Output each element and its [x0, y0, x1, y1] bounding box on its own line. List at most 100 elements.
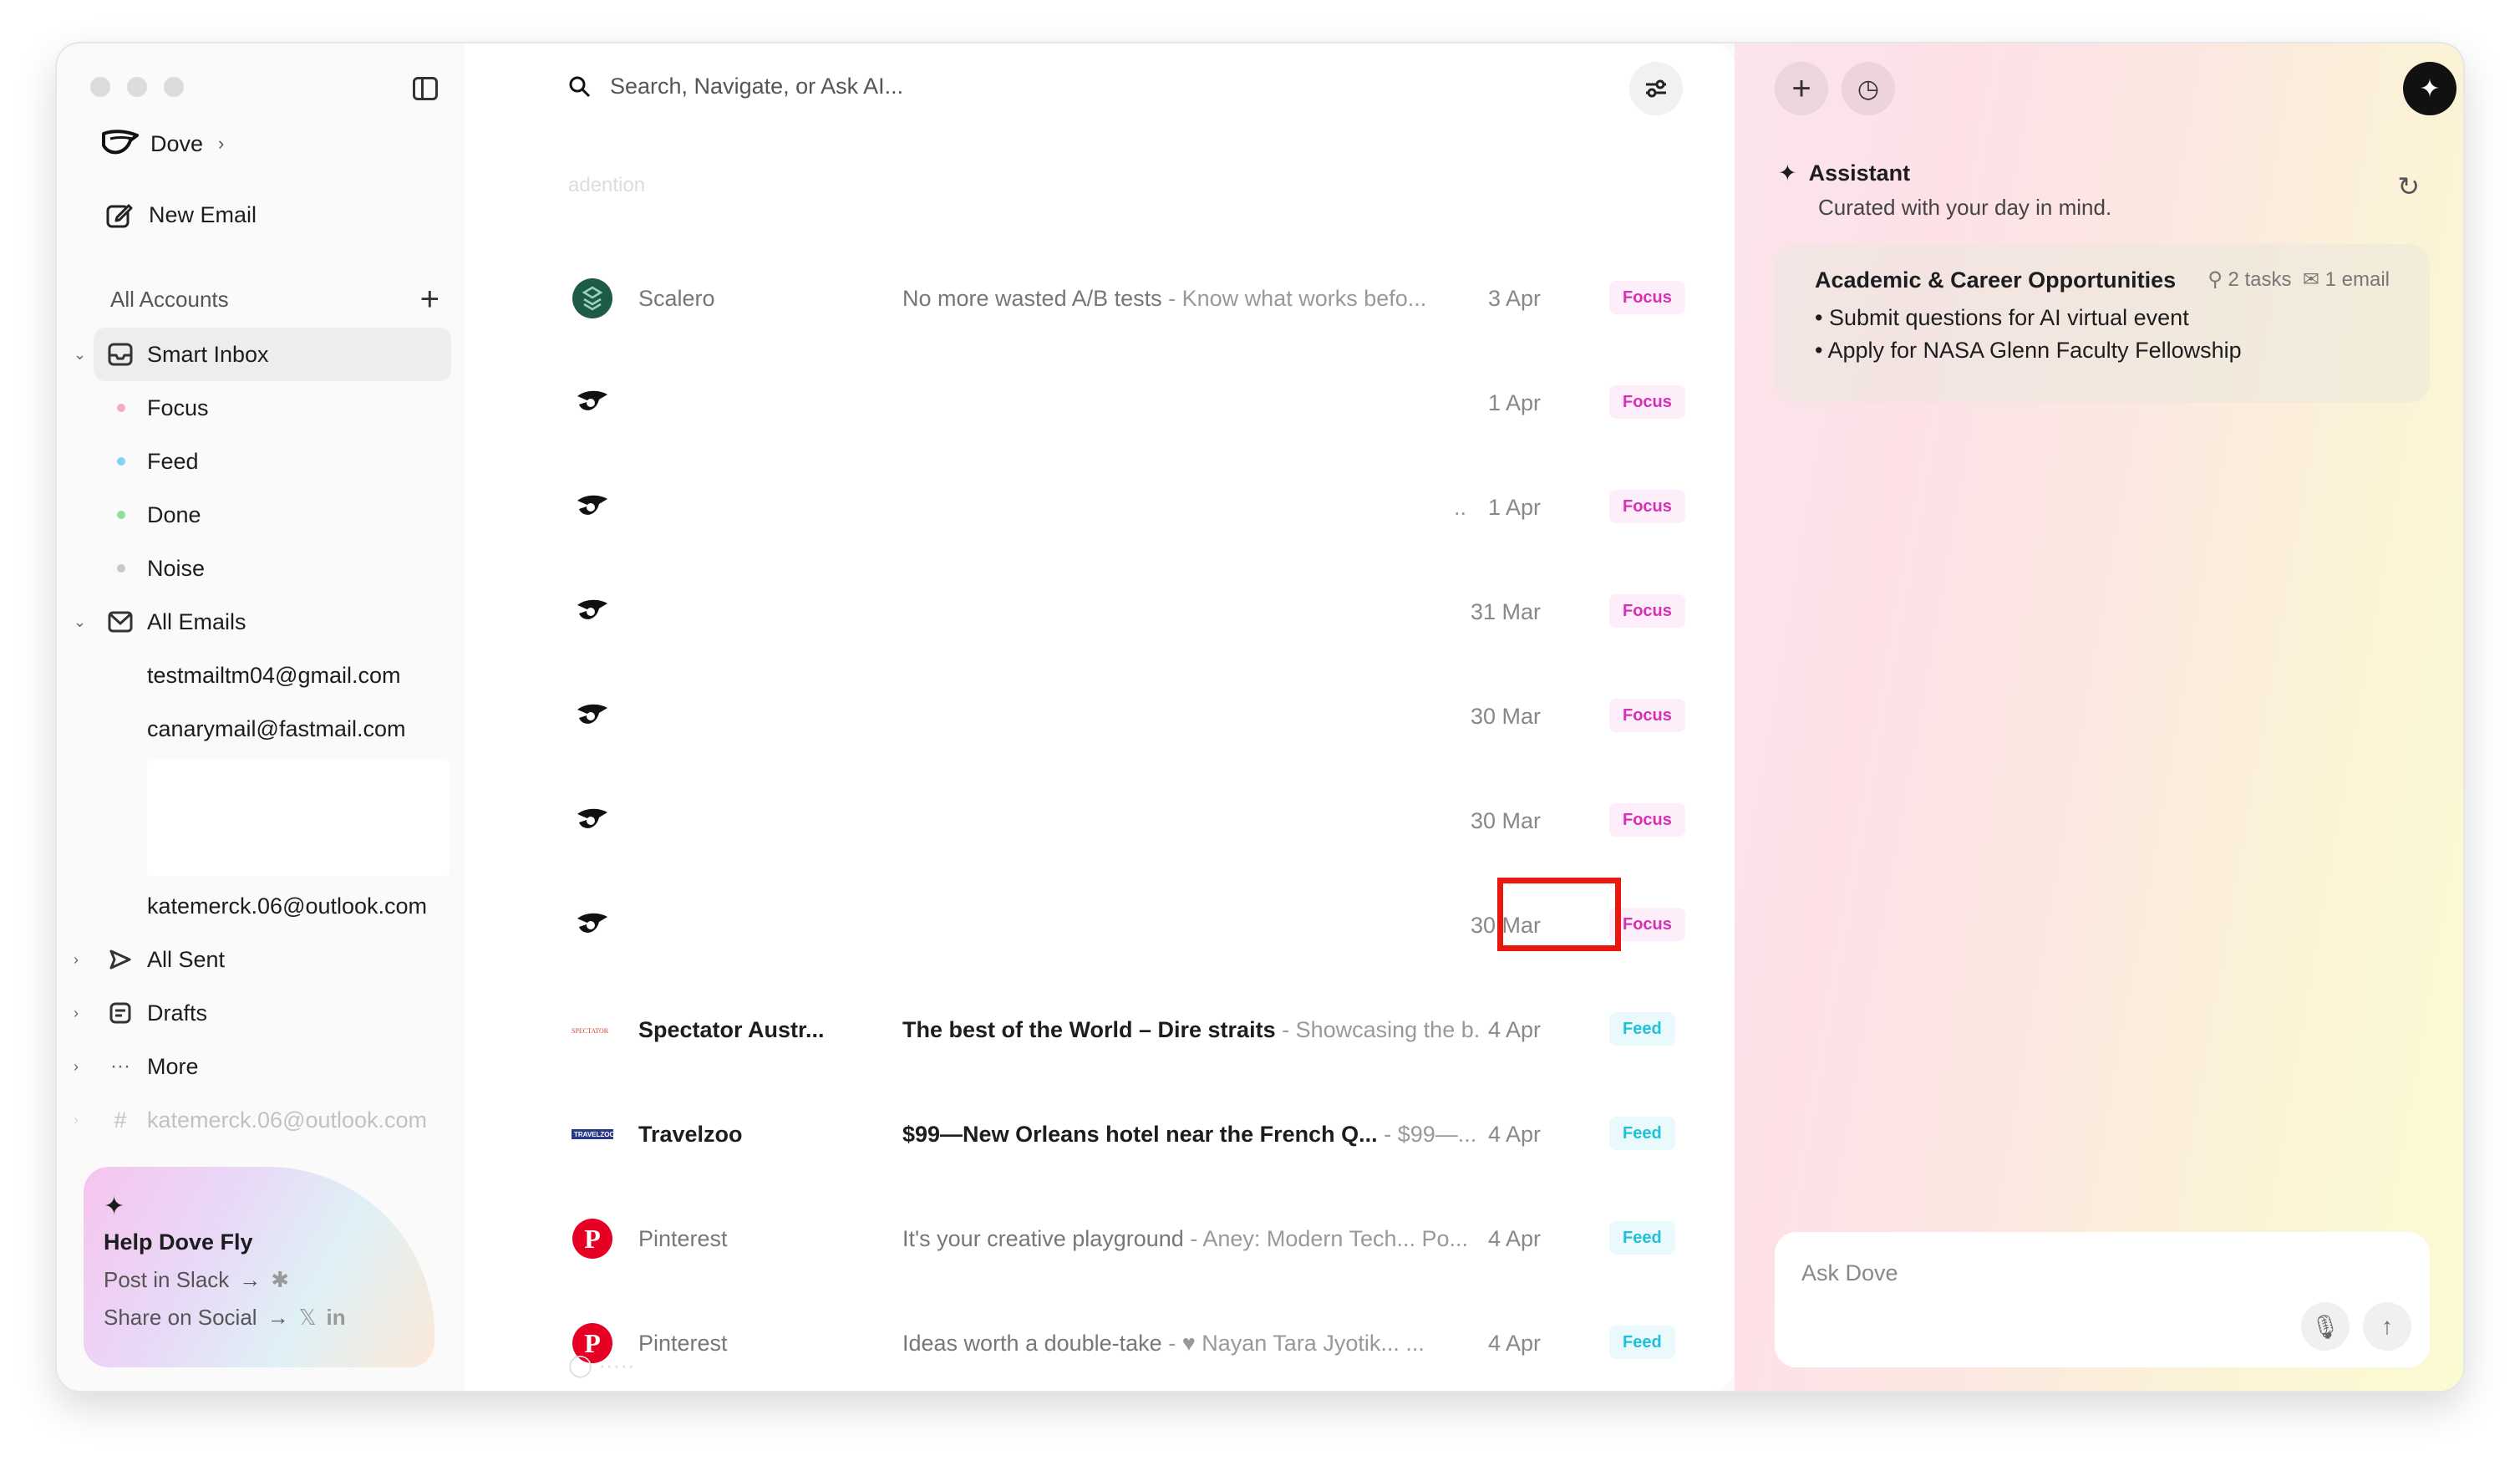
category-tag[interactable]: Focus [1609, 281, 1685, 314]
focus-label: Focus [147, 395, 209, 420]
email-subject: No more wasted A/B tests [902, 286, 1162, 311]
linkedin-icon[interactable]: in [327, 1305, 346, 1331]
chevron-right-icon[interactable]: › [74, 951, 79, 969]
post-in-slack-link[interactable]: Post in Slack → ✱ [104, 1267, 414, 1293]
email-snippet: $99—... [1397, 1122, 1477, 1147]
tasks-count: 2 tasks [2228, 268, 2292, 291]
search-input[interactable]: Search, Navigate, or Ask AI... [610, 74, 903, 99]
app-window: Dove › New Email All Accounts + ⌄ Smart … [57, 43, 2463, 1391]
email-row[interactable]: P Pinterest Ideas worth a double-take - ♥ … [465, 1294, 1735, 1391]
email-row[interactable]: 1 Apr Focus [465, 354, 1735, 454]
category-tag[interactable]: Focus [1609, 803, 1685, 837]
email-subject-line: $99—New Orleans hotel near the French Q.… [902, 1122, 1479, 1148]
card-item[interactable]: • Submit questions for AI virtual event [1815, 305, 2390, 331]
email-row[interactable]: 30 Mar Focus [465, 771, 1735, 872]
sidebar-item-done[interactable]: Done [57, 488, 465, 542]
filter-button[interactable] [1629, 62, 1683, 115]
search-bar[interactable]: Search, Navigate, or Ask AI... [568, 74, 903, 99]
email-date: 4 Apr [1487, 1331, 1541, 1356]
spectator-logo-icon: SPECTATOR [572, 1009, 613, 1051]
assistant-header: ✦ Assistant Curated with your day in mind… [1778, 160, 2111, 221]
hash-icon: # [114, 1107, 127, 1133]
category-tag[interactable]: Feed [1609, 1326, 1675, 1359]
share-on-social-link[interactable]: Share on Social → 𝕏 in [104, 1305, 414, 1331]
category-tag[interactable]: Focus [1609, 594, 1685, 628]
email-count: 1 email [2324, 268, 2390, 291]
category-tag[interactable]: Feed [1609, 1221, 1675, 1255]
email-row[interactable]: TRAVELZOO Travelzoo $99—New Orleans hotel … [465, 1085, 1735, 1185]
zoom-window-button[interactable] [164, 77, 184, 97]
ai-sparkle-button[interactable]: ✦ [2403, 62, 2456, 115]
email-row[interactable]: 30 Mar Focus [465, 667, 1735, 767]
opportunities-card[interactable]: Academic & Career Opportunities ⚲ 2 task… [1775, 244, 2430, 403]
account-label: canarymail@fastmail.com [147, 715, 406, 741]
chevron-down-icon[interactable]: ⌄ [74, 613, 86, 631]
email-subject-line [902, 599, 1479, 625]
sidebar-toggle-icon[interactable] [413, 77, 438, 100]
sidebar-item-smart-inbox[interactable]: ⌄ Smart Inbox [74, 328, 451, 381]
email-row[interactable]: Scalero No more wasted A/B tests - Know w… [465, 249, 1735, 349]
email-subject-line [902, 913, 1479, 939]
email-row[interactable]: .. 1 Apr Focus [465, 458, 1735, 558]
drafts-icon [107, 1000, 134, 1026]
sidebar-account-outlook[interactable]: katemerck.06@outlook.com [57, 879, 465, 933]
add-button[interactable]: + [1775, 62, 1828, 115]
chevron-right-icon: › [218, 133, 225, 154]
email-subject: $99—New Orleans hotel near the French Q.… [902, 1122, 1378, 1147]
email-subject-line [902, 808, 1479, 834]
history-button[interactable]: ◷ [1842, 62, 1895, 115]
bird-logo-icon [572, 904, 613, 946]
done-label: Done [147, 501, 201, 527]
new-email-button[interactable]: New Email [105, 201, 257, 229]
x-icon[interactable]: 𝕏 [299, 1305, 317, 1331]
feed-dot [117, 457, 125, 466]
chevron-right-icon[interactable]: › [74, 1058, 79, 1076]
card-item[interactable]: • Apply for NASA Glenn Faculty Fellowshi… [1815, 338, 2390, 364]
chevron-down-icon[interactable]: ⌄ [74, 346, 86, 364]
email-row[interactable]: 31 Mar Focus [465, 563, 1735, 663]
separator: - [1275, 1017, 1296, 1042]
sidebar-item-focus[interactable]: Focus [57, 381, 465, 435]
email-row[interactable]: SPECTATOR Spectator Austr... The best of t… [465, 980, 1735, 1081]
email-snippet: .. [1454, 495, 1467, 520]
email-snippet: Know what works befo... [1181, 286, 1427, 311]
category-tag[interactable]: Feed [1609, 1117, 1675, 1150]
chevron-right-icon: › [74, 1111, 79, 1128]
email-snippet: Showcasing the b... [1295, 1017, 1479, 1042]
chevron-right-icon[interactable]: › [74, 1005, 79, 1022]
close-window-button[interactable] [90, 77, 110, 97]
email-snippet: ♥ Nayan Tara Jyotik... ... [1181, 1331, 1425, 1356]
email-date: 3 Apr [1487, 286, 1541, 311]
sidebar-item-drafts[interactable]: › Drafts [57, 986, 465, 1040]
send-button[interactable]: ↑ [2363, 1302, 2411, 1351]
minimize-window-button[interactable] [127, 77, 147, 97]
sidebar-item-all-emails[interactable]: ⌄ All Emails [57, 595, 465, 649]
category-tag[interactable]: Focus [1609, 385, 1685, 419]
add-account-icon[interactable]: + [420, 283, 439, 316]
email-row[interactable]: P Pinterest It's your creative playground … [465, 1189, 1735, 1290]
separator: - [1183, 1226, 1203, 1251]
sidebar-item-noise[interactable]: Noise [57, 542, 465, 595]
sidebar-account-gmail[interactable]: testmailtm04@gmail.com [57, 649, 465, 702]
category-tag[interactable]: Focus [1609, 699, 1685, 732]
sidebar-item-feed[interactable]: Feed [57, 435, 465, 488]
ask-dove-input[interactable]: Ask Dove 🎙︎ ↑ [1775, 1232, 2430, 1367]
sidebar-account-fastmail[interactable]: canarymail@fastmail.com [57, 702, 465, 756]
share-on-social-label: Share on Social [104, 1305, 257, 1330]
category-tag[interactable]: Focus [1609, 490, 1685, 523]
dove-logo-icon [102, 130, 139, 155]
sidebar-item-more[interactable]: › ··· More [57, 1040, 465, 1093]
faded-row-label: adention [568, 174, 646, 196]
refresh-icon[interactable]: ↻ [2397, 171, 2420, 202]
bird-logo-icon [572, 382, 613, 424]
account-label: katemerck.06@outlook.com [147, 893, 428, 919]
account-switcher[interactable]: Dove › [100, 127, 224, 160]
category-tag[interactable]: Feed [1609, 1012, 1675, 1046]
sidebar-item-all-sent[interactable]: › All Sent [57, 933, 465, 986]
email-snippet: Aney: Modern Tech... Po... [1202, 1226, 1469, 1251]
email-subject-line: .. [902, 495, 1479, 521]
sidebar-item-faded-account[interactable]: › # katemerck.06@outlook.com [57, 1093, 465, 1147]
bird-logo-icon [572, 591, 613, 633]
pinterest-logo-icon: P [572, 1218, 613, 1260]
microphone-button[interactable]: 🎙︎ [2301, 1302, 2350, 1351]
